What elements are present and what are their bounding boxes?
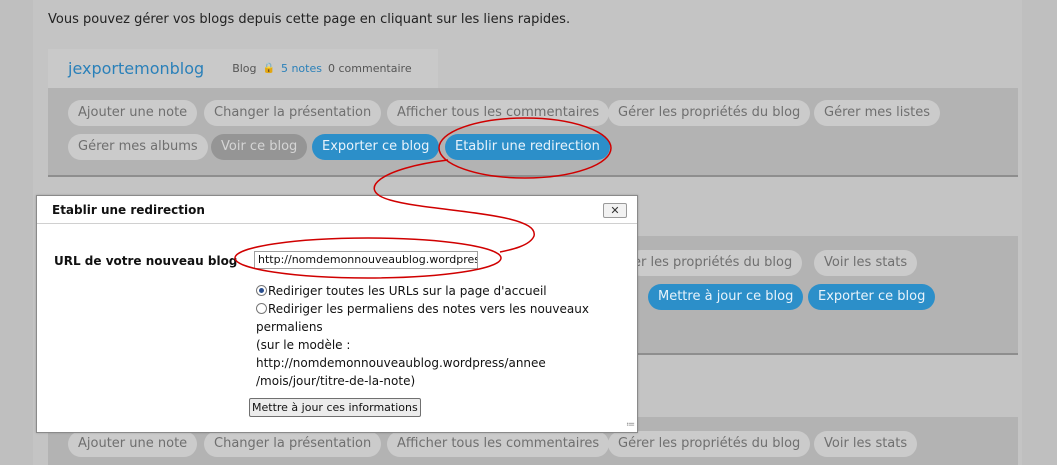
redirect-home-label: Rediriger toutes les URLs sur la page d'…	[268, 284, 547, 298]
redirect-permalinks-label: Rediriger les permaliens des notes vers …	[256, 302, 589, 334]
manage-lists-button[interactable]: Gérer mes listes	[814, 100, 941, 126]
model-hint-line: /mois/jour/titre-de-la-note)	[256, 374, 416, 388]
redirect-home-option[interactable]: Rediriger toutes les URLs sur la page d'…	[256, 282, 547, 300]
blog-title-link[interactable]: jexportemonblog	[68, 59, 204, 78]
show-comments-button[interactable]: Afficher tous les commentaires	[387, 100, 610, 126]
show-comments-button[interactable]: Afficher tous les commentaires	[387, 431, 610, 457]
new-blog-url-input[interactable]: http://nomdemonnouveaublog.wordpress	[254, 251, 478, 269]
model-hint-line: (sur le modèle :	[256, 338, 351, 352]
comments-count: 0 commentaire	[327, 62, 412, 75]
dialog-title: Etablir une redirection	[52, 203, 205, 217]
change-layout-button[interactable]: Changer la présentation	[204, 431, 382, 457]
update-info-button[interactable]: Mettre à jour ces informations	[249, 398, 421, 417]
dialog-header: Etablir une redirection ✕	[37, 196, 637, 224]
export-blog-button[interactable]: Exporter ce blog	[312, 134, 440, 160]
model-hint: (sur le modèle : http://nomdemonnouveaub…	[256, 336, 616, 390]
intro-text: Vous pouvez gérer vos blogs depuis cette…	[48, 12, 571, 27]
redirect-button[interactable]: Etablir une redirection	[445, 134, 610, 160]
view-stats-button[interactable]: Voir les stats	[814, 250, 918, 276]
radio-unchecked-icon[interactable]	[256, 303, 267, 314]
blog-meta: Blog 🔒 5 notes 0 commentaire	[232, 62, 411, 75]
blog-properties-button[interactable]: rer les propriétés du blog	[628, 250, 803, 276]
add-note-button[interactable]: Ajouter une note	[68, 100, 198, 126]
view-stats-button[interactable]: Voir les stats	[814, 431, 918, 457]
view-blog-button[interactable]: Voir ce blog	[211, 134, 308, 160]
blog-properties-button[interactable]: Gérer les propriétés du blog	[608, 100, 811, 126]
blog-type-label: Blog	[232, 62, 257, 75]
blog-properties-button[interactable]: Gérer les propriétés du blog	[608, 431, 811, 457]
url-label: URL de votre nouveau blog	[54, 254, 238, 268]
redirect-permalinks-option[interactable]: Rediriger les permaliens des notes vers …	[256, 300, 616, 336]
redirect-dialog: Etablir une redirection ✕ URL de votre n…	[36, 195, 638, 433]
blog-card-1: jexportemonblog Blog 🔒 5 notes 0 comment…	[48, 49, 1018, 177]
add-note-button[interactable]: Ajouter une note	[68, 431, 198, 457]
manage-albums-button[interactable]: Gérer mes albums	[68, 134, 208, 160]
update-blog-button[interactable]: Mettre à jour ce blog	[648, 284, 804, 310]
change-layout-button[interactable]: Changer la présentation	[204, 100, 382, 126]
resize-handle-icon[interactable]: ≔	[626, 420, 635, 430]
export-blog-button[interactable]: Exporter ce blog	[808, 284, 936, 310]
notes-count-link[interactable]: 5 notes	[281, 62, 322, 75]
lock-icon: 🔒	[262, 63, 275, 74]
blog-actions-panel: Ajouter une note Changer la présentation…	[48, 88, 1018, 177]
model-hint-line: http://nomdemonnouveaublog.wordpress/ann…	[256, 356, 546, 370]
radio-checked-icon[interactable]	[256, 285, 267, 296]
close-icon[interactable]: ✕	[603, 203, 627, 218]
blog-tab: jexportemonblog Blog 🔒 5 notes 0 comment…	[48, 49, 438, 88]
